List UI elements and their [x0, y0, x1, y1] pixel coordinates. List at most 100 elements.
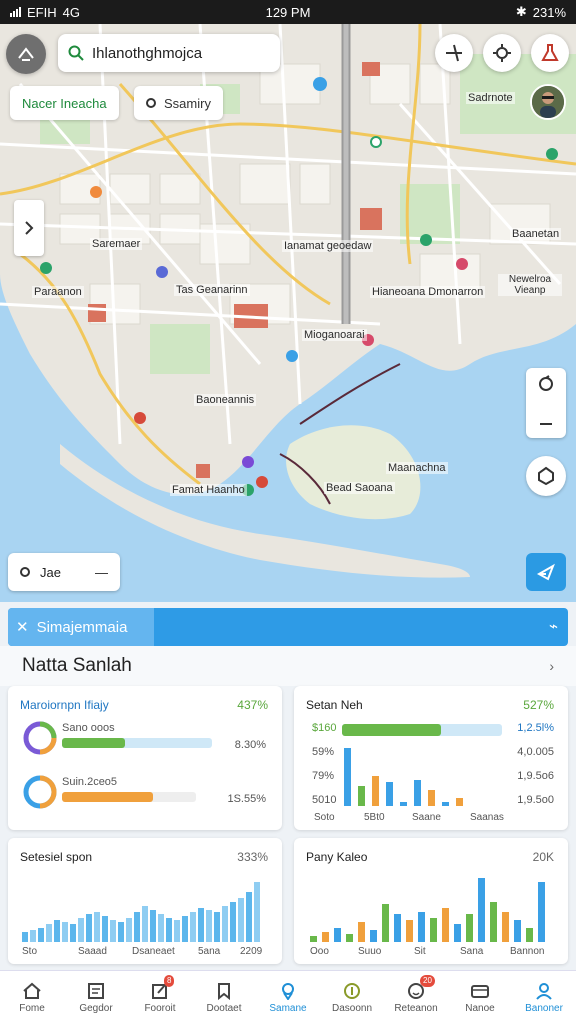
row-label: Sano ooos	[62, 722, 115, 734]
map-label: Newelroa Vieanp	[498, 274, 562, 296]
stat-card-2[interactable]: Setan Neh 527% $160 59% 79% 5010 1,2.5l%…	[294, 686, 568, 830]
chart-bar	[502, 912, 509, 942]
back-button[interactable]	[6, 34, 46, 74]
card-title: Maroiornpn Ifiajy	[20, 698, 109, 712]
x-label: 5ana	[198, 946, 221, 957]
expand-icon[interactable]: ⌁	[549, 617, 558, 635]
chart-bar	[394, 914, 401, 942]
x-label: Sto	[22, 946, 38, 957]
x-label: Suuo	[358, 946, 382, 957]
nav-item-news[interactable]: Gegdor	[64, 971, 128, 1024]
chart-bar	[38, 928, 44, 942]
tab-active[interactable]: ✕ Simajemmaia	[8, 608, 154, 646]
minus-icon	[540, 422, 552, 425]
card-value: 527%	[523, 698, 554, 712]
chart-bar	[382, 904, 389, 942]
locate-button[interactable]	[483, 34, 521, 72]
close-icon[interactable]: ✕	[16, 618, 29, 636]
chart-bar	[134, 912, 140, 942]
chart-bar	[322, 932, 329, 942]
avatar[interactable]	[530, 84, 566, 120]
nav-label: Fome	[19, 1002, 45, 1014]
notification-badge: 8	[164, 975, 175, 987]
directions-icon	[446, 44, 462, 62]
chart-bar	[86, 914, 92, 942]
x-label: 2209	[240, 946, 263, 957]
chart-bar	[454, 924, 461, 942]
navigate-button[interactable]	[526, 553, 566, 591]
chart-bar	[22, 932, 28, 942]
chart-bar	[478, 878, 485, 942]
card-title: Pany Kaleo	[306, 850, 368, 864]
chart-bar	[346, 934, 353, 942]
chart-bar	[214, 912, 220, 942]
map-label: Paraanon	[32, 286, 84, 298]
chart-bar	[406, 920, 413, 942]
chart-bar	[386, 782, 393, 806]
side-panel-toggle[interactable]	[14, 200, 44, 256]
chart-bar	[110, 920, 116, 942]
scale-control[interactable]: Jae —	[8, 553, 120, 591]
chart-bar	[142, 906, 148, 942]
nav-item-smile[interactable]: 20 Reteanon	[384, 971, 448, 1024]
x-label: Ooo	[310, 946, 329, 957]
chart-bar	[254, 882, 260, 942]
search-input[interactable]: Ihlanothghmojca	[92, 45, 202, 62]
battery-label: 231%	[532, 4, 566, 20]
y-label: 5010	[312, 794, 337, 806]
layers-icon	[538, 466, 554, 486]
progress-track	[62, 792, 196, 802]
x-label: Saanas	[470, 812, 504, 823]
chart-bar	[158, 914, 164, 942]
zoom-control[interactable]	[526, 368, 566, 438]
radio-icon	[146, 98, 156, 108]
stat-card-3[interactable]: Setesiel spon 333% Sto Saaad Dsaneaet 5a…	[8, 838, 282, 964]
profile-icon	[536, 982, 552, 1000]
zoom-out-button[interactable]	[538, 413, 554, 431]
row-value: 8.30%	[234, 739, 266, 751]
nav-label: Dootaet	[206, 1002, 242, 1014]
y-label: 59%	[312, 746, 335, 758]
nav-item-profile[interactable]: Banoner	[512, 971, 576, 1024]
chart-bar	[428, 790, 435, 806]
stat-card-1[interactable]: Maroiornpn Ifiajy 437% Sano ooos 8.30% S…	[8, 686, 282, 830]
nav-item-bookmark[interactable]: Dootaet	[192, 971, 256, 1024]
chart-bar	[238, 898, 244, 942]
right-label: 1,9.5o0	[517, 794, 554, 806]
card-title: Setesiel spon	[20, 850, 93, 864]
chart-bar	[182, 916, 188, 942]
map-label: Hianeoana Dmonarron	[370, 286, 486, 298]
row-value: 1S.55%	[227, 793, 266, 805]
chart-bar	[174, 920, 180, 942]
nav-item-map[interactable]: Samane	[256, 971, 320, 1024]
nav-item-coin[interactable]: Dasoonn	[320, 971, 384, 1024]
layers-button[interactable]	[526, 456, 566, 496]
chart-bar	[54, 920, 60, 942]
bottom-sheet: ✕ Simajemmaia ⌁ Natta Sanlah › Maroiornp…	[0, 602, 576, 970]
nav-item-home[interactable]: Fome	[0, 971, 64, 1024]
stat-card-4[interactable]: Pany Kaleo 20K Ooo Suuo Sit Sana Bannon	[294, 838, 568, 964]
search-bar[interactable]: Ihlanothghmojca	[58, 34, 280, 72]
chip-label: Nacer Ineacha	[22, 95, 107, 111]
nav-item-wallet[interactable]: Nanoe	[448, 971, 512, 1024]
lab-button[interactable]	[531, 34, 569, 72]
nav-label: Fooroit	[144, 1002, 176, 1014]
y-label: $160	[312, 722, 337, 734]
directions-button[interactable]	[435, 34, 473, 72]
section-header[interactable]: Natta Sanlah ›	[0, 646, 576, 686]
filter-chip-white[interactable]: Ssamiry	[134, 86, 223, 120]
map-label: Saremaer	[90, 238, 143, 250]
chart-bar	[46, 924, 52, 942]
flask-icon	[541, 44, 559, 61]
chart-bar	[358, 786, 365, 806]
map-label: Famat Haanho	[170, 484, 247, 496]
filter-chip-green[interactable]: Nacer Ineacha	[10, 86, 119, 120]
multi-bar-chart	[310, 878, 545, 942]
zoom-in-button[interactable]	[537, 375, 555, 398]
tab-label: Simajemmaia	[36, 618, 128, 636]
bottom-nav: Fome Gegdor 8 Fooroit Dootaet Samane Das…	[0, 970, 576, 1024]
carrier-label: EFIH	[27, 4, 57, 20]
nav-item-edit[interactable]: 8 Fooroit	[128, 971, 192, 1024]
chart-bar	[344, 748, 351, 806]
chart-bar	[514, 920, 521, 942]
